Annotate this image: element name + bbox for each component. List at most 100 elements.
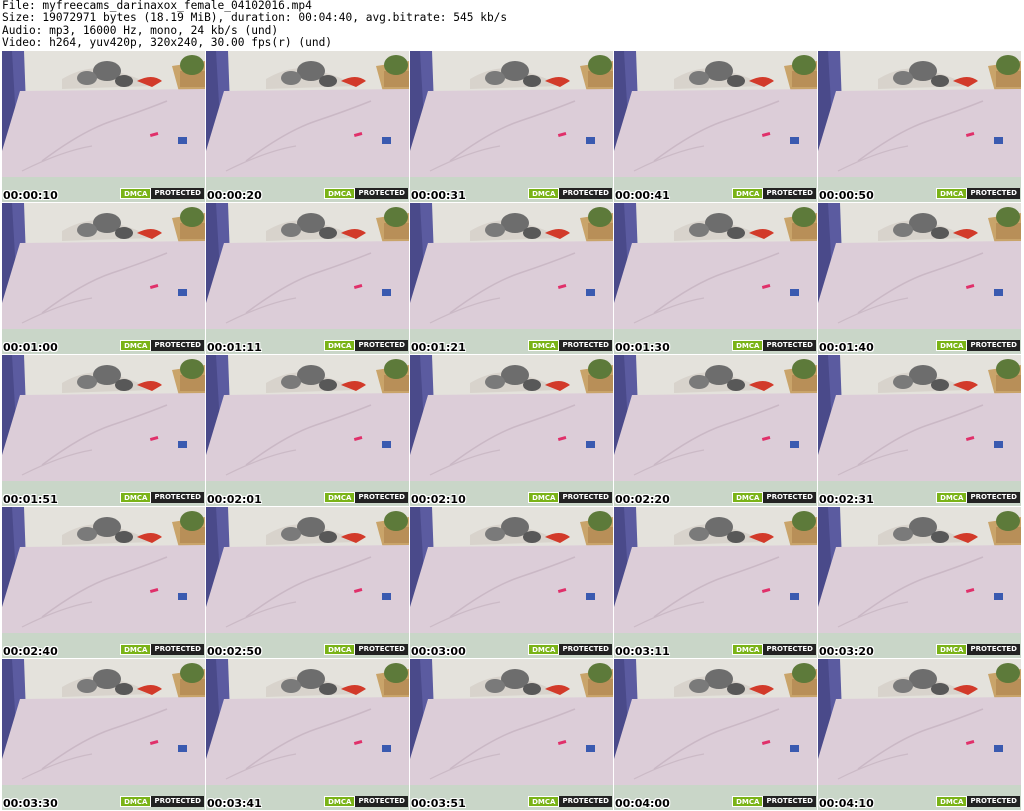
dmca-label: DMCA — [528, 644, 560, 655]
dmca-label: DMCA — [120, 340, 152, 351]
video-frame-image — [818, 659, 1021, 810]
thumbnail-grid: DMCA PROTECTED 00:00:10 DMCA PROTECTED 0… — [2, 51, 1022, 811]
video-frame-image — [614, 203, 817, 354]
dmca-badge: DMCA PROTECTED — [120, 796, 204, 807]
thumbnail: DMCA PROTECTED 00:00:10 — [2, 51, 205, 202]
protected-label: PROTECTED — [967, 796, 1020, 807]
protected-label: PROTECTED — [559, 492, 612, 503]
dmca-badge: DMCA PROTECTED — [936, 796, 1020, 807]
dmca-label: DMCA — [324, 796, 356, 807]
video-frame-image — [206, 659, 409, 810]
protected-label: PROTECTED — [151, 492, 204, 503]
timestamp-label: 00:01:51 — [3, 493, 58, 506]
video-frame-image — [614, 507, 817, 658]
protected-label: PROTECTED — [355, 188, 408, 199]
protected-label: PROTECTED — [355, 492, 408, 503]
thumbnail: DMCA PROTECTED 00:01:30 — [614, 203, 817, 354]
video-frame-image — [818, 355, 1021, 506]
thumbnail: DMCA PROTECTED 00:02:31 — [818, 355, 1021, 506]
protected-label: PROTECTED — [763, 188, 816, 199]
timestamp-label: 00:01:21 — [411, 341, 466, 354]
timestamp-label: 00:04:00 — [615, 797, 670, 810]
video-frame-image — [2, 659, 205, 810]
timestamp-label: 00:00:50 — [819, 189, 874, 202]
thumbnail: DMCA PROTECTED 00:01:00 — [2, 203, 205, 354]
dmca-label: DMCA — [528, 796, 560, 807]
timestamp-label: 00:04:10 — [819, 797, 874, 810]
protected-label: PROTECTED — [559, 644, 612, 655]
protected-label: PROTECTED — [355, 796, 408, 807]
dmca-label: DMCA — [120, 492, 152, 503]
protected-label: PROTECTED — [151, 188, 204, 199]
protected-label: PROTECTED — [763, 340, 816, 351]
timestamp-label: 00:03:30 — [3, 797, 58, 810]
thumbnail: DMCA PROTECTED 00:01:21 — [410, 203, 613, 354]
thumbnail: DMCA PROTECTED 00:04:00 — [614, 659, 817, 810]
dmca-label: DMCA — [936, 796, 968, 807]
dmca-label: DMCA — [120, 644, 152, 655]
protected-label: PROTECTED — [763, 796, 816, 807]
protected-label: PROTECTED — [151, 340, 204, 351]
protected-label: PROTECTED — [559, 188, 612, 199]
thumbnail: DMCA PROTECTED 00:02:10 — [410, 355, 613, 506]
protected-label: PROTECTED — [355, 340, 408, 351]
dmca-badge: DMCA PROTECTED — [324, 644, 408, 655]
timestamp-label: 00:03:41 — [207, 797, 262, 810]
dmca-label: DMCA — [528, 340, 560, 351]
dmca-badge: DMCA PROTECTED — [732, 188, 816, 199]
thumbnail: DMCA PROTECTED 00:03:11 — [614, 507, 817, 658]
dmca-label: DMCA — [120, 796, 152, 807]
protected-label: PROTECTED — [763, 492, 816, 503]
video-frame-image — [614, 51, 817, 202]
thumbnail: DMCA PROTECTED 00:01:11 — [206, 203, 409, 354]
dmca-label: DMCA — [936, 188, 968, 199]
dmca-label: DMCA — [528, 492, 560, 503]
dmca-label: DMCA — [732, 644, 764, 655]
dmca-badge: DMCA PROTECTED — [732, 644, 816, 655]
thumbnail: DMCA PROTECTED 00:04:10 — [818, 659, 1021, 810]
thumbnail: DMCA PROTECTED 00:01:40 — [818, 203, 1021, 354]
video-frame-image — [410, 355, 613, 506]
timestamp-label: 00:02:40 — [3, 645, 58, 658]
thumbnail: DMCA PROTECTED 00:02:40 — [2, 507, 205, 658]
dmca-label: DMCA — [732, 796, 764, 807]
thumbnail: DMCA PROTECTED 00:03:30 — [2, 659, 205, 810]
timestamp-label: 00:02:10 — [411, 493, 466, 506]
thumbnail: DMCA PROTECTED 00:02:01 — [206, 355, 409, 506]
timestamp-label: 00:01:30 — [615, 341, 670, 354]
dmca-label: DMCA — [732, 340, 764, 351]
protected-label: PROTECTED — [967, 492, 1020, 503]
dmca-label: DMCA — [936, 340, 968, 351]
video-frame-image — [206, 203, 409, 354]
dmca-badge: DMCA PROTECTED — [324, 796, 408, 807]
dmca-label: DMCA — [324, 188, 356, 199]
video-frame-image — [818, 203, 1021, 354]
dmca-badge: DMCA PROTECTED — [324, 492, 408, 503]
thumbnail: DMCA PROTECTED 00:01:51 — [2, 355, 205, 506]
thumbnail: DMCA PROTECTED 00:00:20 — [206, 51, 409, 202]
thumbnail: DMCA PROTECTED 00:03:20 — [818, 507, 1021, 658]
dmca-badge: DMCA PROTECTED — [936, 188, 1020, 199]
file-info-header: File: myfreecams_darinaxox_female_041020… — [2, 0, 1022, 50]
timestamp-label: 00:01:00 — [3, 341, 58, 354]
video-frame-image — [410, 203, 613, 354]
timestamp-label: 00:01:40 — [819, 341, 874, 354]
protected-label: PROTECTED — [151, 644, 204, 655]
video-frame-image — [614, 355, 817, 506]
dmca-badge: DMCA PROTECTED — [528, 340, 612, 351]
dmca-label: DMCA — [120, 188, 152, 199]
dmca-label: DMCA — [732, 492, 764, 503]
thumbnail: DMCA PROTECTED 00:02:50 — [206, 507, 409, 658]
dmca-badge: DMCA PROTECTED — [936, 492, 1020, 503]
video-frame-image — [206, 51, 409, 202]
protected-label: PROTECTED — [967, 188, 1020, 199]
timestamp-label: 00:01:11 — [207, 341, 262, 354]
protected-label: PROTECTED — [763, 644, 816, 655]
timestamp-label: 00:00:20 — [207, 189, 262, 202]
protected-label: PROTECTED — [967, 340, 1020, 351]
video-frame-image — [206, 507, 409, 658]
protected-label: PROTECTED — [967, 644, 1020, 655]
video-frame-image — [614, 659, 817, 810]
dmca-badge: DMCA PROTECTED — [120, 340, 204, 351]
video-frame-image — [818, 51, 1021, 202]
